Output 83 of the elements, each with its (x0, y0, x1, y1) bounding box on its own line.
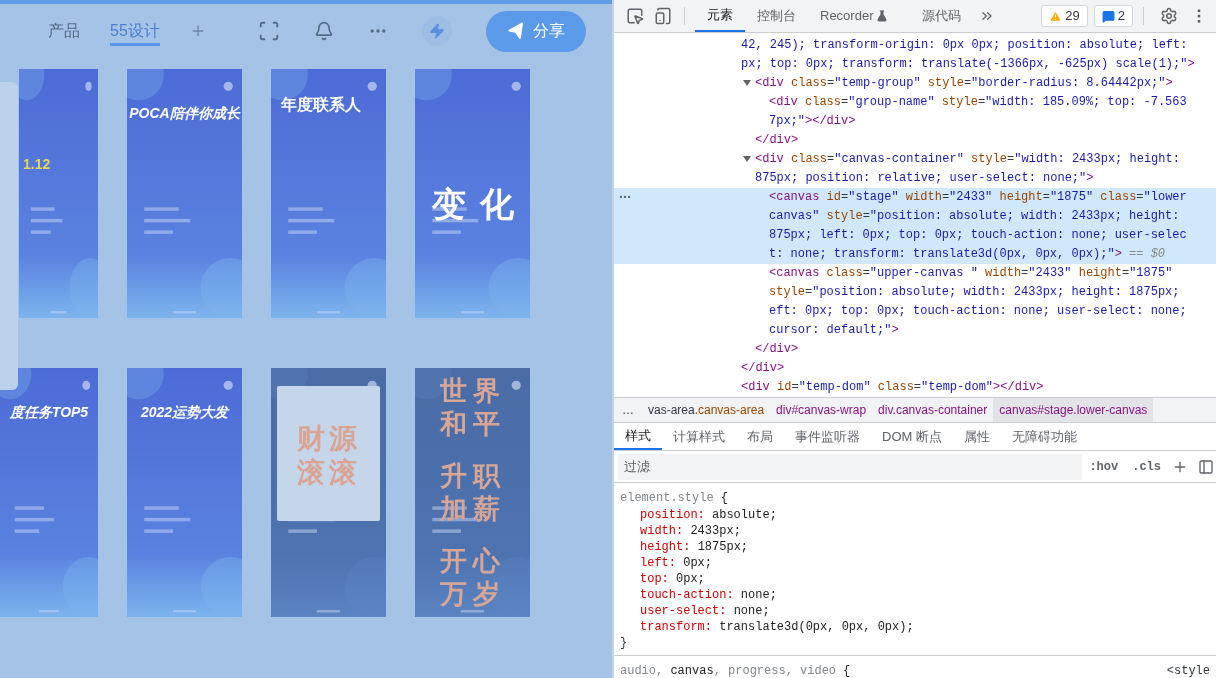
flask-icon (876, 10, 889, 22)
code-line[interactable]: 875px; position: relative; user-select: none;"> (755, 169, 1094, 188)
tab[interactable]: DOM 断点 (871, 423, 953, 450)
code-line[interactable]: </div> (741, 359, 785, 378)
code-line[interactable]: cursor: default;"> (769, 321, 899, 340)
code-line[interactable]: </div> (755, 131, 799, 150)
poster-title: 和平 (439, 407, 506, 440)
warnings-badge[interactable]: 29 (1041, 5, 1088, 27)
tab[interactable]: 属性 (952, 423, 1001, 450)
opening-brace: { (843, 663, 851, 678)
code-line[interactable]: <div id="temp-dom" class="temp-dom"></div> (741, 378, 1044, 397)
code-line[interactable]: <div class="temp-group" style="border-radius: 8.64442px;"> (755, 74, 1173, 93)
filter-field[interactable]: 过滤 (618, 453, 1083, 480)
tab[interactable]: 无障碍功能 (1000, 423, 1088, 450)
frame-icon[interactable] (258, 20, 280, 42)
poster-title: 万岁 (439, 577, 506, 610)
breadcrumb[interactable]: div#canvas-wrap (770, 398, 873, 422)
css-selector: , progress, video (713, 663, 837, 678)
code-line[interactable]: <canvas class="upper-canvas " width="2433" height="1875" (769, 264, 1173, 283)
css-declaration[interactable]: top: 0px; (620, 571, 705, 587)
inspect-icon[interactable] (626, 7, 644, 25)
css-declaration[interactable]: touch-action: none; (620, 587, 777, 603)
tab[interactable]: Recorder (808, 0, 901, 32)
sidebar-toggle-icon[interactable] (1198, 458, 1214, 475)
code-line[interactable]: 875px; left: 0px; top: 0px; touch-action: none; user-selec (769, 226, 1187, 245)
css-selector: canvas (670, 663, 714, 678)
tab[interactable]: 事件监听器 (784, 423, 871, 450)
css-declaration[interactable]: transform: translate3d(0px, 0px, 0px); (620, 619, 914, 635)
poster-title: 年度联系人 (281, 95, 362, 115)
send-icon (506, 21, 526, 41)
poster-title: 升职 (439, 459, 506, 492)
breadcrumb[interactable]: canvas#stage.lower-canvas (993, 398, 1154, 422)
breadcrumb-more[interactable]: … (614, 401, 642, 419)
caret-icon[interactable] (743, 79, 751, 87)
code-line[interactable]: <div class="group-name" style="width: 185.09%; top: -7.563 (769, 93, 1187, 112)
opening-brace: { (720, 490, 728, 507)
code-line[interactable]: canvas" style="position: absolute; width: 2433px; height: (769, 207, 1180, 226)
poster-title: 1.12 (23, 155, 52, 174)
css-selector: element.style (620, 490, 714, 507)
poster-title: 度任务TOP5 (9, 403, 89, 422)
css-selector: audio, (620, 663, 665, 678)
poster-title: 2022运势大发 (140, 403, 229, 422)
code-line[interactable]: </div> (755, 340, 799, 359)
device-icon[interactable] (654, 7, 672, 25)
filter-toggle[interactable]: :hov (1082, 457, 1126, 476)
tab[interactable]: 样式 (614, 423, 662, 450)
messages-badge[interactable]: 2 (1093, 5, 1133, 27)
message-icon (1101, 9, 1115, 23)
filter-toggle[interactable]: .cls (1125, 457, 1168, 476)
code-line[interactable]: 42, 245); transform-origin: 0px 0px; position: absolute; left: (741, 36, 1188, 55)
poster-title: 滚滚 (296, 456, 361, 490)
caret-icon[interactable] (743, 155, 751, 163)
tab[interactable]: 源代码 (910, 0, 974, 32)
css-declaration[interactable]: user-select: none; (620, 603, 770, 619)
breadcrumb[interactable]: div.canvas-container (872, 398, 994, 422)
closing-brace: } (620, 635, 628, 651)
code-line[interactable]: style="position: absolute; width: 2433px; height: 1875px; (769, 283, 1180, 302)
source-link[interactable]: <style (1166, 662, 1210, 678)
code-line[interactable]: t: none; transform: translate3d(0px, 0px, 0px);"> == $0 (769, 245, 1166, 264)
warning-icon (1049, 9, 1063, 23)
breadcrumb[interactable]: vas-area.canvas-area (642, 398, 771, 422)
poster-title: 世界 (439, 374, 506, 407)
css-declaration[interactable]: position: absolute; (620, 507, 777, 523)
code-line[interactable]: <div class="canvas-container" style="width: 2433px; height: (755, 150, 1180, 169)
code-line[interactable]: eft: 0px; top: 0px; touch-action: none; user-select: none; (769, 302, 1187, 321)
css-declaration[interactable]: width: 2433px; (620, 523, 741, 539)
code-line[interactable]: 7px;"></div> (769, 112, 856, 131)
poster-title: POCA陪伴你成长 (129, 104, 240, 123)
code-line[interactable]: px; top: 0px; transform: translate(-1366px, -625px) scale(1);"> (741, 55, 1195, 74)
poster-title: 加薪 (439, 492, 506, 525)
css-declaration[interactable]: left: 0px; (620, 555, 713, 571)
poster-title: 财源 (296, 422, 361, 456)
code-line[interactable]: <canvas id="stage" width="2433" height="1875" class="lower (769, 188, 1187, 207)
bell-icon[interactable] (314, 21, 334, 41)
css-declaration[interactable]: height: 1875px; (620, 539, 749, 555)
poster-title: 变化 (430, 187, 528, 221)
tab[interactable]: 布局 (736, 423, 784, 450)
lightning-icon (429, 23, 445, 39)
tab[interactable]: 元素 (695, 0, 745, 32)
settings-icon[interactable] (1160, 7, 1178, 25)
tab[interactable]: 控制台 (745, 0, 808, 32)
tab[interactable]: 计算样式 (662, 423, 736, 450)
poster-title: 开心 (439, 544, 506, 577)
